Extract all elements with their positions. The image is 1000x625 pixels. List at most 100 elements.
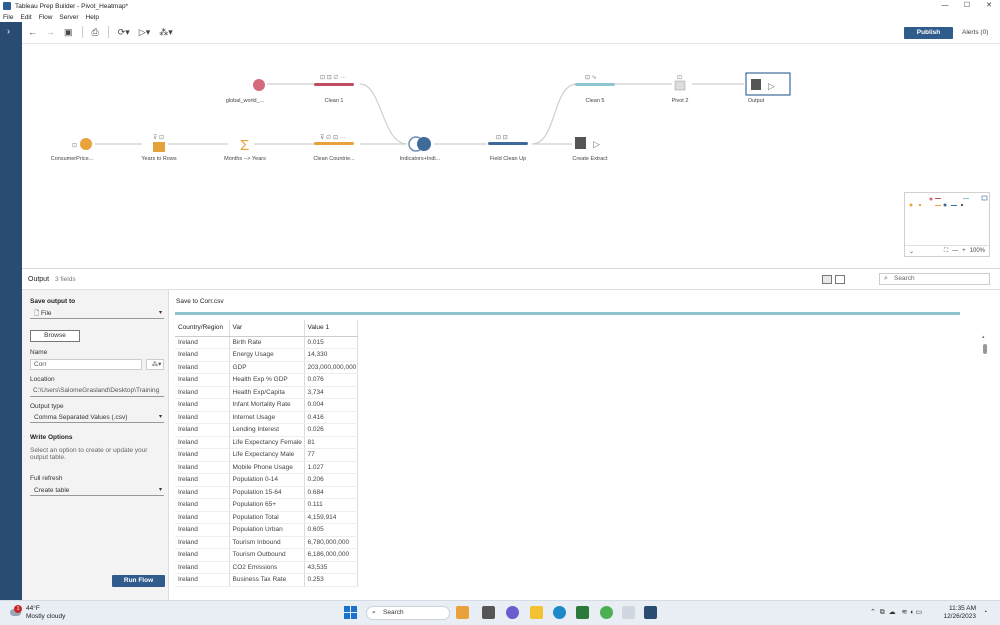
excel-icon[interactable]: [576, 606, 589, 619]
table-row[interactable]: Ireland Health Exp % GDP 0.076: [175, 373, 358, 387]
wifi-icon[interactable]: ≋: [902, 609, 908, 616]
data-connection-icon[interactable]: ⎙: [92, 27, 99, 38]
onedrive-icon[interactable]: ☁: [889, 609, 896, 616]
network-icon[interactable]: ⧉: [880, 609, 885, 616]
node-label-clean-countries[interactable]: Clean Countrie...: [294, 156, 374, 162]
chevron-up-icon[interactable]: ⌃: [870, 609, 876, 616]
menu-flow[interactable]: Flow: [39, 14, 53, 21]
node-label-months[interactable]: Months --> Years: [205, 156, 285, 162]
alerts-link[interactable]: Alerts (0): [962, 29, 988, 36]
table-cell: Population 0-14: [229, 473, 305, 487]
node-label-field-clean[interactable]: Field Clean Up: [468, 156, 548, 162]
teams-icon[interactable]: [506, 606, 519, 619]
node-label-clean5[interactable]: Clean 5: [555, 98, 635, 104]
forward-arrow-icon[interactable]: →: [46, 27, 55, 37]
save-icon[interactable]: ▣: [64, 27, 73, 38]
table-row[interactable]: Ireland Life Expectancy Female 81: [175, 436, 358, 449]
output-type-select[interactable]: Comma Separated Values (.csv) ▾: [30, 412, 164, 423]
location-field[interactable]: C:\Users\SalomeGrasland\Desktop\Training: [30, 386, 164, 397]
table-row[interactable]: Ireland CO2 Emissions 43,535: [175, 561, 358, 574]
weather-icon[interactable]: 1: [8, 605, 22, 619]
full-refresh-select[interactable]: Create table ▾: [30, 485, 164, 496]
table-row[interactable]: Ireland Life Expectancy Male 77: [175, 448, 358, 462]
maximize-button[interactable]: ☐: [956, 0, 978, 12]
table-row[interactable]: Ireland Infant Mortality Rate 0.004: [175, 398, 358, 412]
node-label-clean1[interactable]: Clean 1: [294, 98, 374, 104]
node-label-consumer[interactable]: ConsumerPrice...: [32, 156, 112, 162]
flow-canvas[interactable]: ⊡ ⊡ ∅ ··· ⊡ ⊽ ⊡ Σ ⊽ ∅ ⊡ ··· ⊡ ⊡ ⊡ ∿ ⊡ ▷ …: [22, 44, 1000, 268]
column-header[interactable]: Country/Region: [175, 320, 230, 337]
run-icon[interactable]: ▷▾: [139, 27, 150, 38]
back-arrow-icon[interactable]: ←: [28, 27, 37, 37]
node-label-years[interactable]: Years to Rows: [119, 156, 199, 162]
refresh-icon[interactable]: ⟳▾: [118, 27, 130, 38]
weather-widget[interactable]: 44°F Mostly cloudy: [26, 605, 65, 621]
taskbar-search[interactable]: ⌕ Search: [366, 606, 450, 620]
chevron-right-icon[interactable]: ›: [7, 26, 10, 36]
flow-minimap[interactable]: ⌄ ⛶ — + 100%: [904, 192, 990, 257]
table-row[interactable]: Ireland GDP 203,000,000,000: [175, 361, 358, 374]
zoom-out-icon[interactable]: —: [952, 248, 958, 254]
table-row[interactable]: Ireland Birth Rate 0.015: [175, 336, 358, 349]
minimize-button[interactable]: —: [934, 0, 956, 12]
scroll-up-icon[interactable]: ▴: [982, 334, 985, 340]
chrome-icon[interactable]: [600, 606, 613, 619]
menu-edit[interactable]: Edit: [20, 14, 31, 21]
menu-file[interactable]: File: [3, 14, 13, 21]
taskbar-app-icon[interactable]: [456, 606, 469, 619]
file-explorer-icon[interactable]: [530, 606, 543, 619]
list-view-icon[interactable]: [835, 275, 845, 284]
column-header[interactable]: Var: [229, 320, 305, 337]
table-row[interactable]: Ireland Mobile Phone Usage 1.027: [175, 461, 358, 474]
node-label-output[interactable]: Output: [716, 98, 796, 104]
taskbar-app-icon[interactable]: [482, 606, 495, 619]
publish-button[interactable]: Publish: [904, 27, 953, 39]
table-row[interactable]: Ireland Lending Interest 0.026: [175, 423, 358, 437]
table-row[interactable]: Ireland Business Tax Rate 0.253: [175, 573, 358, 587]
tableau-prep-taskbar-icon[interactable]: [644, 606, 657, 619]
chevron-down-icon[interactable]: ⌄: [909, 248, 914, 255]
table-row[interactable]: Ireland Population 15-64 0.684: [175, 486, 358, 499]
fit-icon[interactable]: ⛶: [944, 248, 948, 255]
zoom-in-icon[interactable]: +: [962, 248, 966, 254]
node-label-extract[interactable]: Create Extract: [550, 156, 630, 162]
node-label-join[interactable]: Indicators+Indi...: [380, 156, 460, 162]
clean1-bar: [314, 83, 354, 86]
browse-button[interactable]: Browse: [30, 330, 80, 342]
menu-help[interactable]: Help: [86, 14, 99, 21]
column-header[interactable]: Value 1: [304, 320, 358, 337]
grid-scrollbar[interactable]: ▴: [982, 334, 988, 588]
search-input[interactable]: ⌕ Search: [879, 273, 990, 285]
name-field[interactable]: Corr: [30, 359, 142, 370]
system-clock[interactable]: 11:35 AM 12/26/2023: [942, 605, 976, 621]
parameter-icon[interactable]: ⁂▾: [146, 359, 164, 370]
menu-server[interactable]: Server: [59, 14, 78, 21]
table-row[interactable]: Ireland Energy Usage 14,330: [175, 348, 358, 362]
table-cell: Ireland: [175, 511, 230, 524]
table-cell: Ireland: [175, 573, 230, 587]
grid-view-icon[interactable]: [822, 275, 832, 284]
table-row[interactable]: Ireland Population Urban 0.605: [175, 523, 358, 537]
node-label-global[interactable]: global_world_...: [205, 98, 285, 104]
table-row[interactable]: Ireland Tourism Outbound 6,186,000,000: [175, 548, 358, 562]
windows-start-icon[interactable]: [344, 606, 357, 619]
connections-rail[interactable]: ›: [0, 22, 22, 600]
node-label-pivot2[interactable]: Pivot 2: [640, 98, 720, 104]
sample-icon[interactable]: ⁂▾: [159, 27, 173, 38]
close-button[interactable]: ✕: [978, 0, 1000, 12]
volume-icon[interactable]: ◖: [909, 609, 913, 616]
scroll-thumb[interactable]: [983, 344, 987, 354]
table-row[interactable]: Ireland Tourism Inbound 6,780,000,000: [175, 536, 358, 549]
table-row[interactable]: Ireland Health Exp/Capita 3,734: [175, 386, 358, 399]
system-tray[interactable]: ⌃ ⧉ ☁ ≋ ◖ ▭: [870, 608, 922, 617]
table-row[interactable]: Ireland Population 65+ 0.111: [175, 498, 358, 512]
save-output-to-select[interactable]: 🗋 File ▾: [30, 308, 164, 319]
run-flow-button[interactable]: Run Flow: [112, 575, 165, 587]
table-row[interactable]: Ireland Population 0-14 0.206: [175, 473, 358, 487]
battery-icon[interactable]: ▭: [916, 609, 923, 616]
edge-icon[interactable]: [553, 606, 566, 619]
table-row[interactable]: Ireland Population Total 4,159,914: [175, 511, 358, 524]
notification-bell-icon[interactable]: ◔: [983, 609, 987, 616]
taskbar-app-icon[interactable]: [622, 606, 635, 619]
table-row[interactable]: Ireland Internet Usage 0.416: [175, 411, 358, 424]
